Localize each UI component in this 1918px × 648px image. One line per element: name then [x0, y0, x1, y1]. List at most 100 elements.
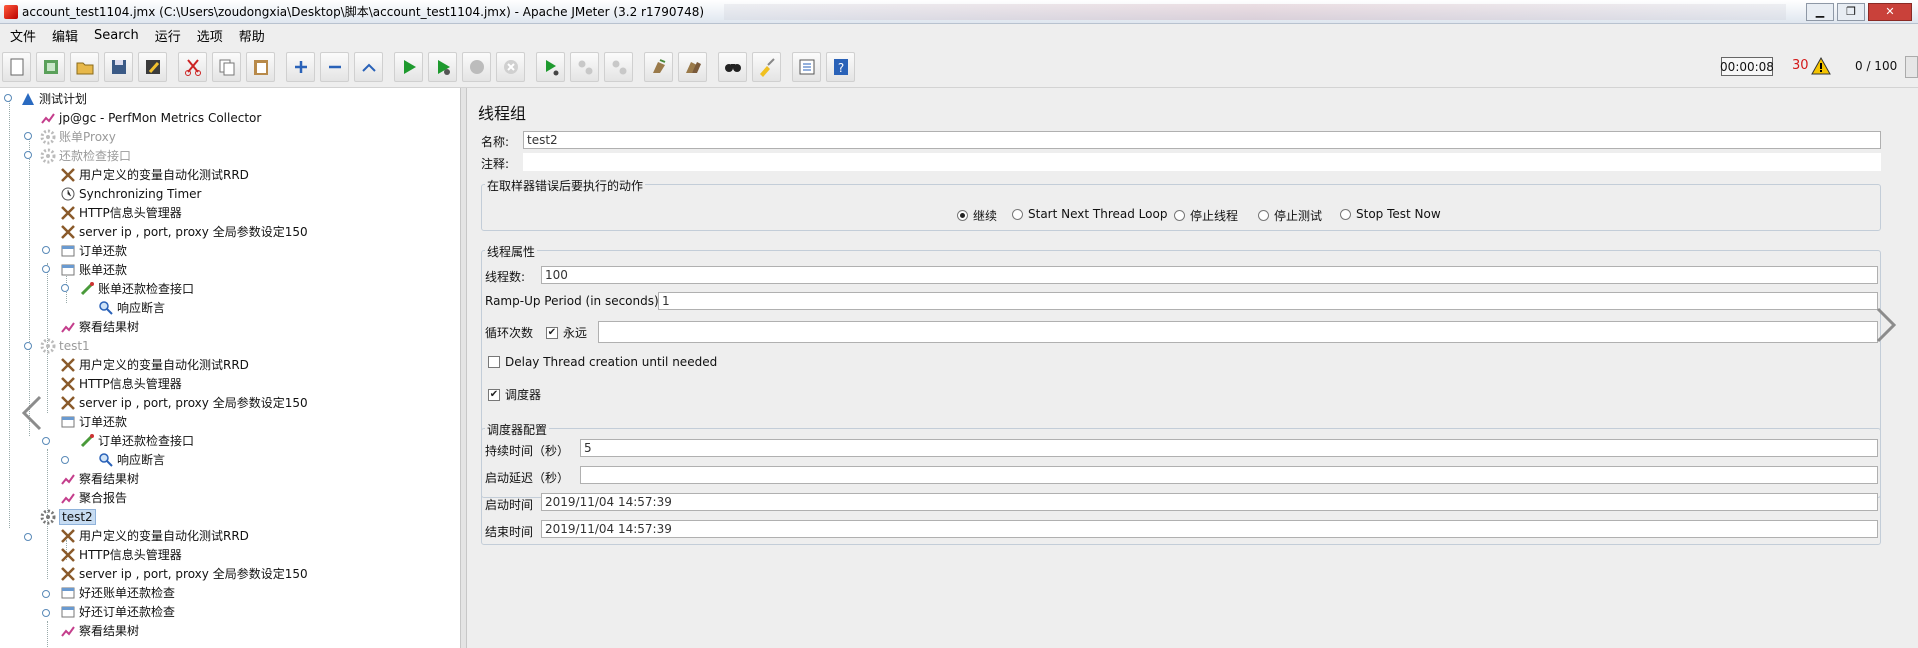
search-icon[interactable]: [718, 51, 747, 82]
tree-node-server-config[interactable]: server ip , port, proxy 全局参数设定150: [60, 393, 308, 412]
loop-count-field[interactable]: [598, 321, 1878, 343]
stop-icon[interactable]: [462, 51, 491, 82]
collapse-icon[interactable]: [320, 51, 349, 82]
comment-field[interactable]: [523, 153, 1881, 171]
paste-icon[interactable]: [246, 51, 275, 82]
save-as-icon[interactable]: [138, 51, 167, 82]
expand-icon[interactable]: [286, 51, 315, 82]
tree-toggle[interactable]: [24, 132, 32, 140]
startup-delay-field[interactable]: [580, 466, 1878, 484]
tree-node-server-config[interactable]: server ip , port, proxy 全局参数设定150: [60, 564, 308, 583]
tree-node-header-manager[interactable]: HTTP信息头管理器: [60, 545, 182, 564]
toolbar-scroll-handle[interactable]: [1905, 56, 1918, 78]
tree-toggle[interactable]: [24, 533, 32, 541]
chevron-right-icon[interactable]: [1870, 305, 1900, 345]
tree-node-test-plan[interactable]: 测试计划: [20, 89, 87, 108]
tree-node-view-results[interactable]: 察看结果树: [60, 317, 139, 336]
radio-stop-test[interactable]: 停止测试: [1258, 207, 1322, 224]
new-icon[interactable]: [2, 51, 31, 82]
tree-node-test1[interactable]: test1: [40, 336, 90, 355]
threads-label: 线程数:: [485, 270, 526, 284]
tree-node-bill-check-sampler[interactable]: 账单还款检查接口: [79, 279, 194, 298]
tree-toggle[interactable]: [42, 246, 50, 254]
copy-icon[interactable]: [212, 51, 241, 82]
close-icon[interactable]: ✕: [1868, 2, 1912, 21]
tree-node-server-config[interactable]: server ip , port, proxy 全局参数设定150: [60, 222, 308, 241]
tree-node-view-results[interactable]: 察看结果树: [60, 469, 139, 488]
tree-toggle[interactable]: [42, 590, 50, 598]
tree-node-perfmon[interactable]: jp@gc - PerfMon Metrics Collector: [40, 108, 261, 127]
tree-node-label: server ip , port, proxy 全局参数设定150: [79, 396, 308, 410]
duration-field[interactable]: 5: [580, 439, 1878, 457]
save-icon[interactable]: [104, 51, 133, 82]
tree-node-aggregate-report[interactable]: 聚合报告: [60, 488, 127, 507]
minimize-icon[interactable]: ▁: [1806, 2, 1834, 21]
remote-stop-icon[interactable]: [570, 51, 599, 82]
tree-node-assertion[interactable]: 响应断言: [98, 450, 165, 469]
rampup-field[interactable]: 1: [658, 292, 1878, 310]
tree-node-label: 账单还款: [79, 263, 128, 277]
tree-node-order-check-sampler[interactable]: 订单还款检查接口: [79, 431, 194, 450]
tree-node-header-manager[interactable]: HTTP信息头管理器: [60, 203, 182, 222]
tree-toggle[interactable]: [61, 284, 69, 292]
clear-all-icon[interactable]: [678, 51, 707, 82]
chevron-left-icon[interactable]: [18, 393, 48, 433]
window-title: account_test1104.jmx (C:\Users\zoudongxi…: [22, 5, 705, 19]
remote-start-icon[interactable]: [536, 51, 565, 82]
tree-toggle[interactable]: [42, 437, 50, 445]
warning-icon[interactable]: [1811, 56, 1831, 76]
tree-toggle[interactable]: [61, 456, 69, 464]
start-time-field[interactable]: 2019/11/04 14:57:39: [541, 493, 1878, 511]
tree-toggle[interactable]: [24, 151, 32, 159]
open-icon[interactable]: [70, 51, 99, 82]
tree-node-order-repay[interactable]: 订单还款: [60, 241, 127, 260]
end-time-field[interactable]: 2019/11/04 14:57:39: [541, 520, 1878, 538]
menu-options[interactable]: 选项: [189, 26, 231, 45]
split-pane-divider[interactable]: [460, 88, 467, 648]
scheduler-checkbox[interactable]: ✔ 调度器: [488, 386, 541, 403]
menu-edit[interactable]: 编辑: [44, 26, 86, 45]
radio-continue[interactable]: 继续: [957, 207, 997, 224]
tree-node-bill-check[interactable]: 好还账单还款检查: [60, 583, 175, 602]
reset-search-icon[interactable]: [752, 51, 781, 82]
templates-icon[interactable]: [36, 51, 65, 82]
menu-run[interactable]: 运行: [147, 26, 189, 45]
cut-icon[interactable]: [178, 51, 207, 82]
tree-node-user-vars[interactable]: 用户定义的变量自动化测试RRD: [60, 165, 249, 184]
toggle-icon[interactable]: [354, 51, 383, 82]
tree-node-view-results[interactable]: 察看结果树: [60, 621, 139, 640]
help-icon[interactable]: ?: [826, 51, 855, 82]
tree-node-repay-check[interactable]: 还款检查接口: [40, 146, 131, 165]
tree-toggle[interactable]: [42, 609, 50, 617]
start-no-pause-icon[interactable]: [428, 51, 457, 82]
menu-search[interactable]: Search: [86, 28, 147, 43]
tree-toggle[interactable]: [4, 94, 12, 102]
tree-toggle[interactable]: [24, 342, 32, 350]
shutdown-icon[interactable]: [496, 51, 525, 82]
tree-node-order-repay[interactable]: 订单还款: [60, 412, 127, 431]
maximize-icon[interactable]: ❐: [1837, 2, 1865, 21]
remote-shutdown-icon[interactable]: [604, 51, 633, 82]
tree-node-assertion[interactable]: 响应断言: [98, 298, 165, 317]
radio-stop-thread[interactable]: 停止线程: [1174, 207, 1238, 224]
tree-node-bill-proxy[interactable]: 账单Proxy: [40, 127, 116, 146]
tree-node-header-manager[interactable]: HTTP信息头管理器: [60, 374, 182, 393]
radio-stop-test-now[interactable]: Stop Test Now: [1340, 207, 1441, 221]
tree-toggle[interactable]: [42, 265, 50, 273]
tree-node-user-vars[interactable]: 用户定义的变量自动化测试RRD: [60, 526, 249, 545]
tree-node-sync-timer[interactable]: Synchronizing Timer: [60, 184, 201, 203]
tree-node-user-vars[interactable]: 用户定义的变量自动化测试RRD: [60, 355, 249, 374]
tree-node-bill-repay[interactable]: 账单还款: [60, 260, 127, 279]
forever-checkbox[interactable]: ✔ 永远: [546, 324, 587, 341]
delay-thread-checkbox[interactable]: Delay Thread creation until needed: [488, 355, 717, 369]
tree-node-order-check[interactable]: 好还订单还款检查: [60, 602, 175, 621]
menu-help[interactable]: 帮助: [231, 26, 273, 45]
threads-field[interactable]: 100: [541, 266, 1878, 284]
menu-file[interactable]: 文件: [2, 26, 44, 45]
start-icon[interactable]: [394, 51, 423, 82]
name-field[interactable]: test2: [523, 131, 1881, 149]
function-helper-icon[interactable]: [792, 51, 821, 82]
radio-start-next-loop[interactable]: Start Next Thread Loop: [1012, 207, 1167, 221]
clear-icon[interactable]: [644, 51, 673, 82]
tree-node-test2[interactable]: test2: [40, 507, 96, 526]
